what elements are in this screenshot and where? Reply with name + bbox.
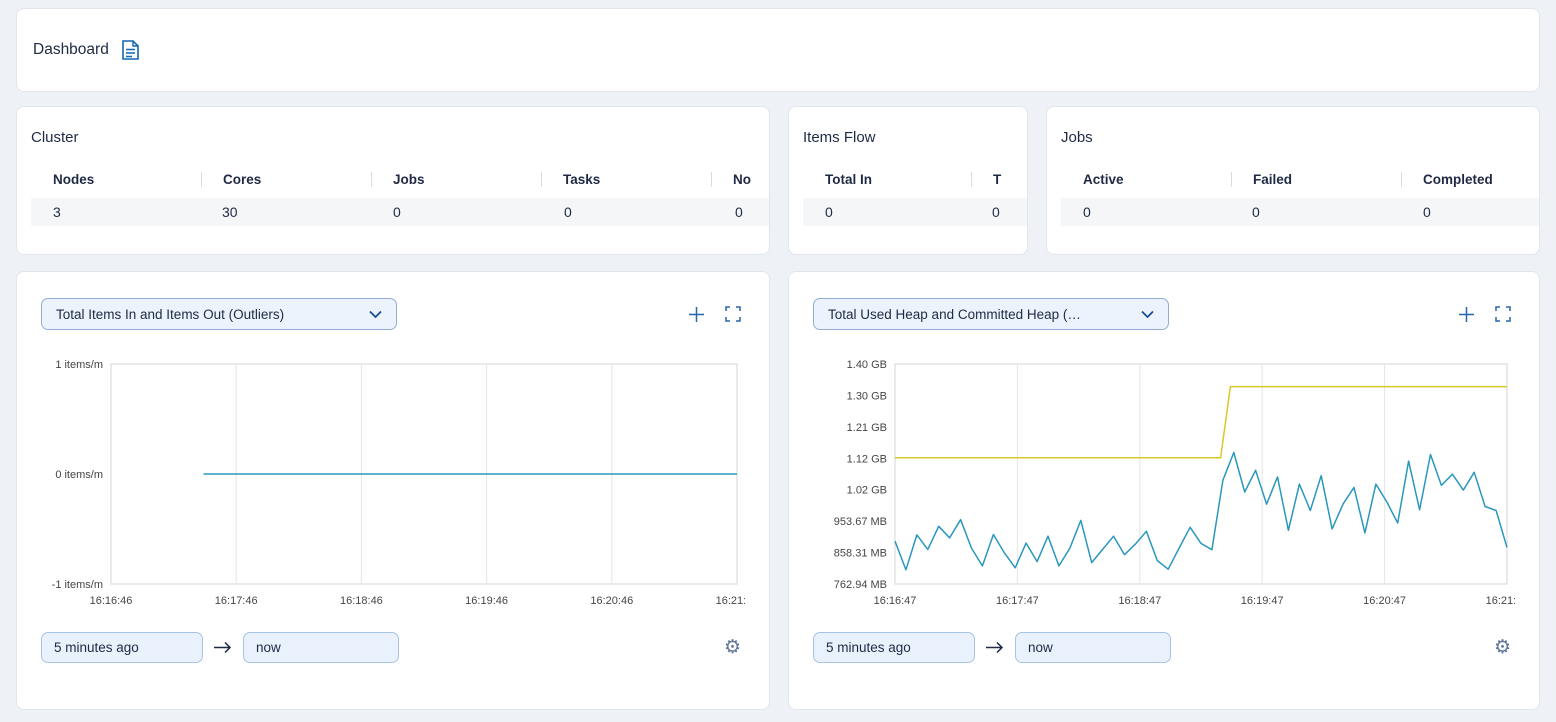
arrow-right-icon [985, 641, 1005, 654]
svg-text:16:17:46: 16:17:46 [215, 595, 258, 607]
column-header: Jobs [371, 172, 541, 187]
column-header: No [711, 172, 770, 187]
jobs-table-values: 0 0 0 [1061, 198, 1539, 226]
stat-value: 0 [1231, 204, 1402, 220]
svg-text:1 items/m: 1 items/m [55, 359, 103, 371]
column-header: Nodes [53, 172, 201, 187]
time-from-input[interactable] [813, 632, 975, 663]
chart-footer: ⚙ [41, 632, 745, 663]
items-chart-card: Total Items In and Items Out (Outliers) … [16, 271, 770, 710]
items-flow-card-title: Items Flow [803, 129, 1027, 146]
jobs-table-header: Active Failed Completed [1061, 172, 1539, 187]
chevron-down-icon [369, 307, 382, 322]
expand-chart-icon[interactable] [725, 306, 741, 322]
svg-text:16:20:46: 16:20:46 [590, 595, 633, 607]
stat-value: 0 [825, 204, 971, 220]
svg-text:0 items/m: 0 items/m [55, 469, 103, 481]
svg-text:16:19:47: 16:19:47 [1241, 595, 1284, 607]
stat-value: 3 [53, 204, 201, 220]
stat-value: 0 [543, 204, 714, 220]
stat-value: 0 [1083, 204, 1231, 220]
toolbar-icons [688, 306, 745, 323]
heap-line-chart: 16:16:47 16:17:47 16:18:47 16:19:47 16:20:47… [813, 354, 1515, 612]
svg-text:16:18:46: 16:18:46 [340, 595, 383, 607]
svg-text:1.40 GB: 1.40 GB [847, 359, 887, 371]
svg-text:1.02 GB: 1.02 GB [847, 485, 887, 497]
svg-text:858.31 MB: 858.31 MB [834, 548, 887, 560]
items-flow-card: Items Flow Total In T 0 0 [788, 106, 1028, 255]
svg-text:16:16:46: 16:16:46 [90, 595, 133, 607]
cluster-card-title: Cluster [31, 129, 769, 146]
items-flow-table-header: Total In T [803, 172, 1027, 187]
arrow-right-icon [213, 641, 233, 654]
stats-row: Cluster Nodes Cores Jobs Tasks No 3 30 0… [16, 106, 1540, 255]
svg-text:-1 items/m: -1 items/m [52, 579, 103, 591]
page-title: Dashboard [33, 41, 109, 59]
cluster-table-header: Nodes Cores Jobs Tasks No [31, 172, 769, 187]
items-line-chart: 16:16:46 16:17:46 16:18:46 16:19:46 16:20:46… [41, 354, 745, 612]
time-to-input[interactable] [1015, 632, 1171, 663]
time-to-input[interactable] [243, 632, 399, 663]
stat-value: 0 [714, 204, 770, 220]
svg-text:16:20:47: 16:20:47 [1363, 595, 1406, 607]
svg-text:16:21:47: 16:21:47 [1486, 595, 1515, 607]
settings-gear-icon[interactable]: ⚙ [1494, 638, 1515, 657]
chart-toolbar: Total Items In and Items Out (Outliers) [41, 298, 745, 330]
column-header: Failed [1231, 172, 1401, 187]
heap-chart-card: Total Used Heap and Committed Heap (… 16… [788, 271, 1540, 710]
column-header: Completed [1401, 172, 1540, 187]
svg-text:16:19:46: 16:19:46 [465, 595, 508, 607]
expand-chart-icon[interactable] [1495, 306, 1511, 322]
svg-text:953.67 MB: 953.67 MB [834, 516, 887, 528]
toolbar-icons [1458, 306, 1515, 323]
svg-text:16:21:46: 16:21:46 [716, 595, 745, 607]
time-from-input[interactable] [41, 632, 203, 663]
column-header: Total In [825, 172, 971, 187]
svg-text:1.12 GB: 1.12 GB [847, 453, 887, 465]
stat-value: 30 [201, 204, 372, 220]
document-icon[interactable] [122, 40, 139, 60]
metric-select[interactable]: Total Items In and Items Out (Outliers) [41, 298, 397, 330]
svg-text:16:18:47: 16:18:47 [1118, 595, 1161, 607]
charts-row: Total Items In and Items Out (Outliers) … [16, 271, 1540, 710]
stat-value: 0 [971, 204, 1028, 220]
cluster-table-values: 3 30 0 0 0 [31, 198, 769, 226]
column-header: Active [1083, 172, 1231, 187]
jobs-card: Jobs Active Failed Completed 0 0 0 [1046, 106, 1540, 255]
svg-text:16:16:47: 16:16:47 [874, 595, 917, 607]
cluster-card: Cluster Nodes Cores Jobs Tasks No 3 30 0… [16, 106, 770, 255]
metric-select-value: Total Used Heap and Committed Heap (… [828, 307, 1081, 322]
stat-value: 0 [1402, 204, 1540, 220]
svg-text:1.21 GB: 1.21 GB [847, 422, 887, 434]
svg-text:1.30 GB: 1.30 GB [847, 390, 887, 402]
add-chart-icon[interactable] [688, 306, 705, 323]
column-header: Cores [201, 172, 371, 187]
svg-text:762.94 MB: 762.94 MB [834, 579, 887, 591]
column-header: T [971, 172, 1028, 187]
stat-value: 0 [372, 204, 543, 220]
chart-toolbar: Total Used Heap and Committed Heap (… [813, 298, 1515, 330]
dashboard-page: Dashboard Cluster Nodes Cores Jobs Tasks… [0, 0, 1556, 722]
settings-gear-icon[interactable]: ⚙ [724, 638, 745, 657]
items-flow-table-values: 0 0 [803, 198, 1027, 226]
jobs-card-title: Jobs [1061, 129, 1539, 146]
chart-footer: ⚙ [813, 632, 1515, 663]
column-header: Tasks [541, 172, 711, 187]
page-header-card: Dashboard [16, 8, 1540, 92]
svg-text:16:17:47: 16:17:47 [996, 595, 1039, 607]
chevron-down-icon [1141, 307, 1154, 322]
metric-select[interactable]: Total Used Heap and Committed Heap (… [813, 298, 1169, 330]
add-chart-icon[interactable] [1458, 306, 1475, 323]
metric-select-value: Total Items In and Items Out (Outliers) [56, 307, 284, 322]
